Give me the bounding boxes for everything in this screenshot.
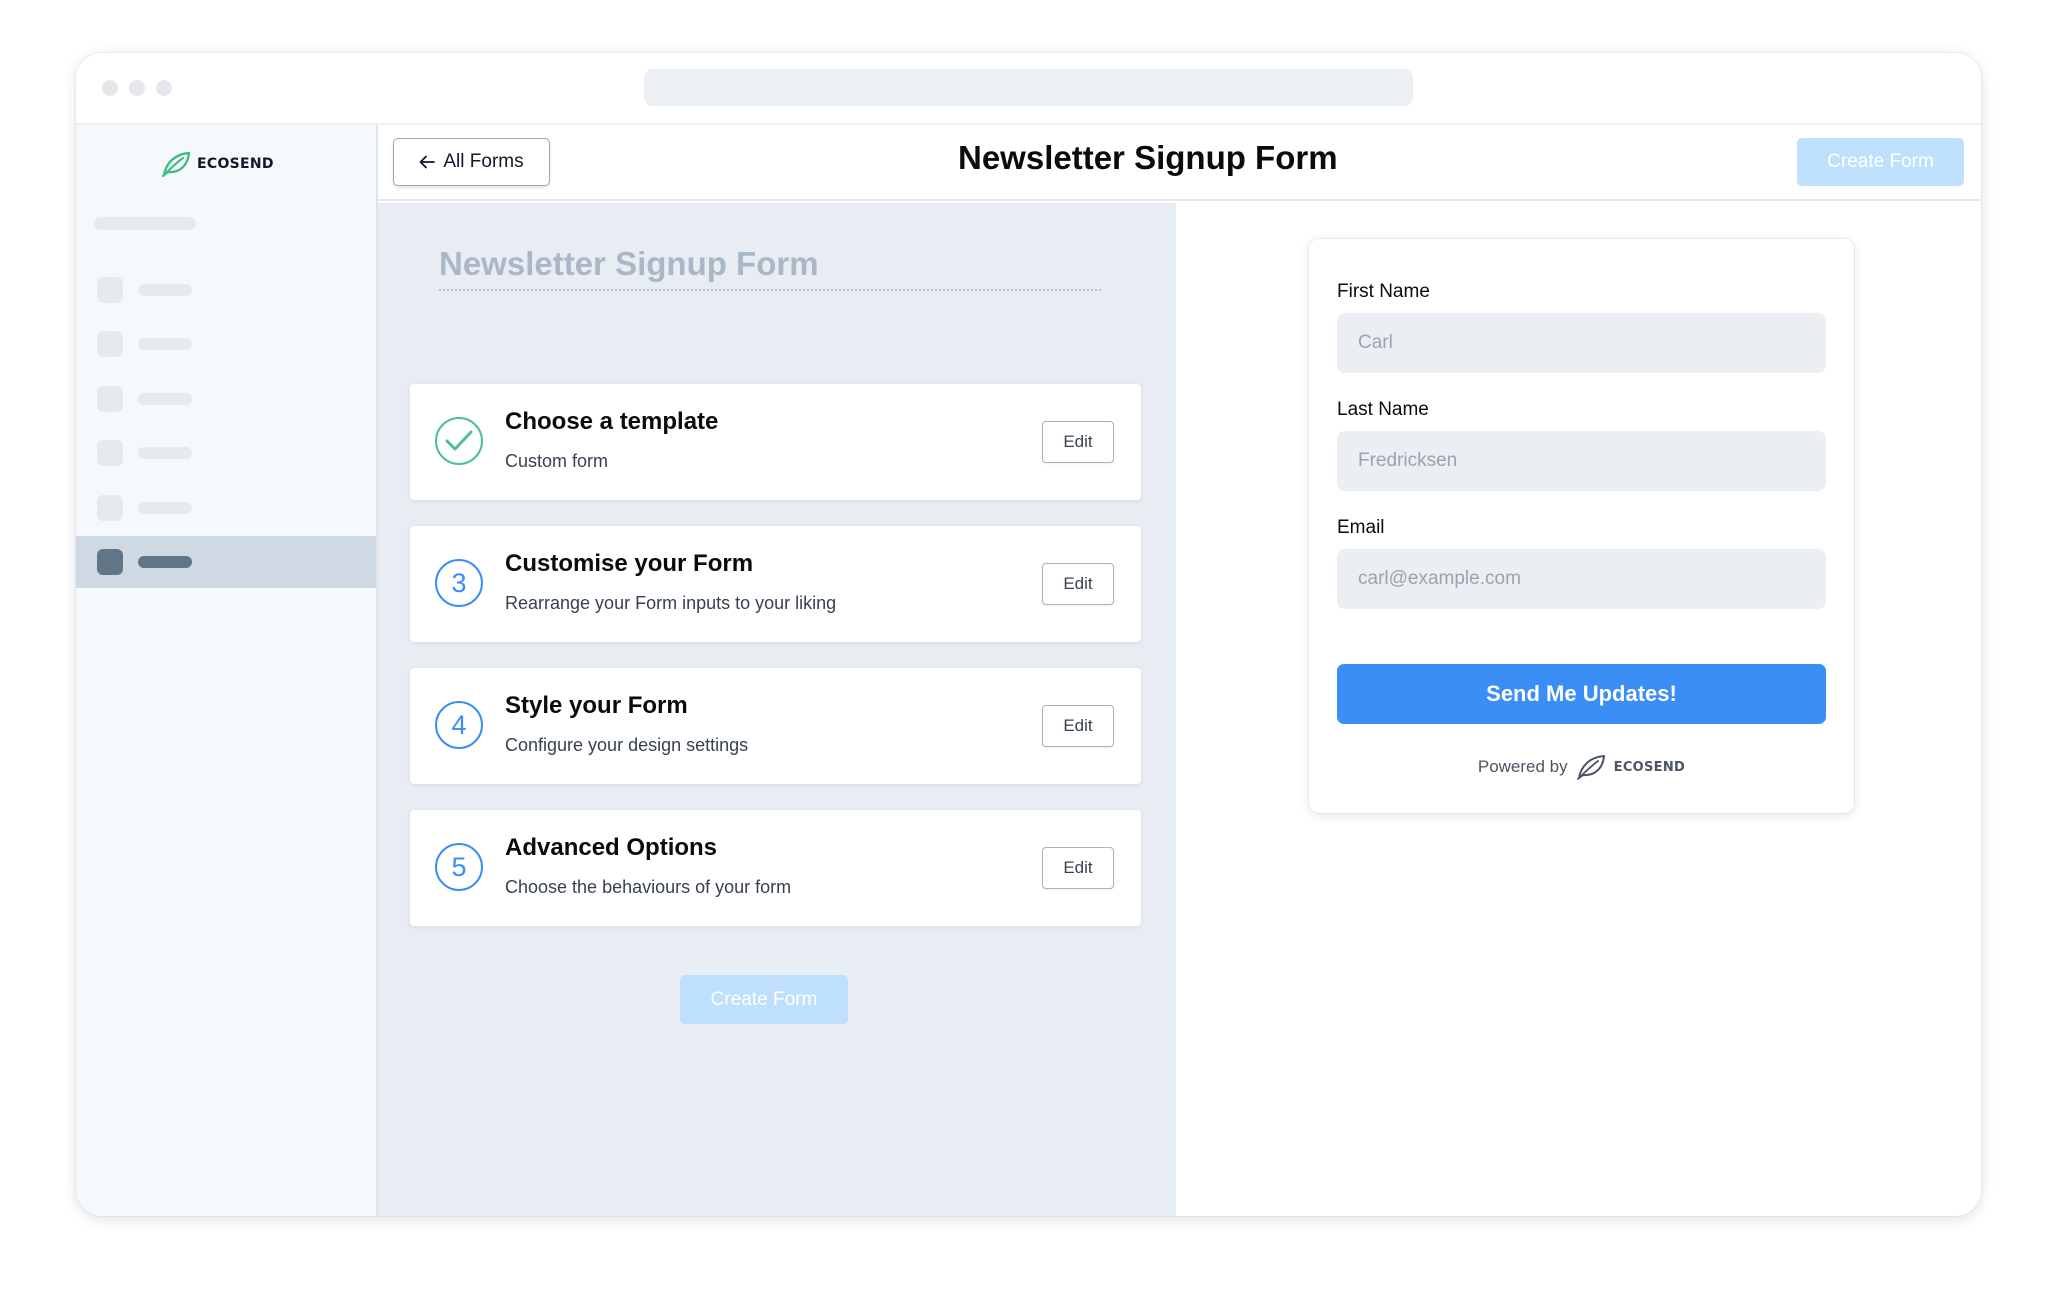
sidebar-item[interactable]: [76, 264, 376, 316]
sidebar-item-icon: [97, 440, 123, 466]
arrow-left-icon: [419, 155, 436, 169]
form-preview-panel: First Name Last Name Email Send Me Updat…: [1176, 203, 1981, 1216]
sidebar-heading-placeholder: [94, 217, 196, 230]
step-card: 4 Style your Form Configure your design …: [410, 668, 1141, 784]
step-title: Customise your Form: [505, 550, 754, 577]
step-card: 3 Customise your Form Rearrange your For…: [410, 526, 1141, 642]
brand-name: ECOSEND: [197, 156, 274, 172]
window-titlebar: [76, 53, 1981, 125]
form-editor-panel: Newsletter Signup Form Choose a template…: [378, 203, 1176, 1216]
edit-button[interactable]: Edit: [1042, 705, 1114, 747]
step-title: Choose a template: [505, 408, 719, 435]
first-name-field[interactable]: [1337, 313, 1826, 373]
check-circle-icon: [435, 417, 483, 465]
step-description: Custom form: [505, 451, 609, 471]
browser-window: ECOSEND All Forms Newsletter Signup Form…: [76, 53, 1981, 1216]
all-forms-button[interactable]: All Forms: [393, 138, 550, 186]
edit-button[interactable]: Edit: [1042, 563, 1114, 605]
send-updates-button[interactable]: Send Me Updates!: [1337, 664, 1826, 724]
step-description: Configure your design settings: [505, 735, 749, 755]
sidebar-item-icon: [97, 277, 123, 303]
form-name-input[interactable]: Newsletter Signup Form: [439, 245, 1101, 291]
sidebar-item-icon: [97, 331, 123, 357]
page-header: All Forms Newsletter Signup Form Create …: [378, 125, 1981, 201]
sidebar-item-icon: [97, 495, 123, 521]
step-number-icon: 4: [435, 701, 483, 749]
sidebar-item-active[interactable]: [76, 536, 376, 588]
sidebar-item-label: [138, 556, 192, 568]
page-title: Newsletter Signup Form: [958, 139, 1338, 176]
brand-logo[interactable]: ECOSEND: [161, 151, 274, 177]
email-field[interactable]: [1337, 549, 1826, 609]
address-bar[interactable]: [644, 69, 1413, 106]
sidebar-item-icon: [97, 386, 123, 412]
all-forms-label: All Forms: [443, 151, 524, 172]
leaf-icon: [161, 151, 191, 177]
step-number-icon: 5: [435, 843, 483, 891]
sidebar-item-label: [138, 284, 192, 296]
window-maximize-dot[interactable]: [156, 80, 172, 96]
powered-by-badge[interactable]: Powered by ECOSEND: [1309, 754, 1854, 780]
last-name-label: Last Name: [1337, 399, 1429, 420]
step-description: Rearrange your Form inputs to your likin…: [505, 593, 837, 613]
step-title: Style your Form: [505, 692, 688, 719]
edit-button[interactable]: Edit: [1042, 847, 1114, 889]
create-form-bottom-button[interactable]: Create Form: [680, 975, 848, 1024]
window-minimize-dot[interactable]: [129, 80, 145, 96]
leaf-icon: [1576, 755, 1605, 780]
step-card: Choose a template Custom form Edit: [410, 384, 1141, 500]
create-form-button[interactable]: Create Form: [1797, 138, 1964, 186]
last-name-field[interactable]: [1337, 431, 1826, 491]
sidebar-item[interactable]: [76, 427, 376, 479]
sidebar-item-label: [138, 447, 192, 459]
first-name-label: First Name: [1337, 281, 1430, 302]
sidebar-item[interactable]: [76, 318, 376, 370]
sidebar-item[interactable]: [76, 373, 376, 425]
email-label: Email: [1337, 517, 1385, 538]
step-card: 5 Advanced Options Choose the behaviours…: [410, 810, 1141, 926]
step-description: Choose the behaviours of your form: [505, 877, 792, 897]
powered-by-brand: ECOSEND: [1613, 759, 1686, 775]
sidebar: ECOSEND: [76, 125, 378, 1216]
powered-by-text: Powered by: [1477, 757, 1568, 776]
window-close-dot[interactable]: [102, 80, 118, 96]
form-preview-card: First Name Last Name Email Send Me Updat…: [1309, 239, 1854, 813]
sidebar-item[interactable]: [76, 482, 376, 534]
edit-button[interactable]: Edit: [1042, 421, 1114, 463]
sidebar-item-icon: [97, 549, 123, 575]
sidebar-item-label: [138, 338, 192, 350]
step-title: Advanced Options: [505, 834, 718, 861]
sidebar-item-label: [138, 502, 192, 514]
sidebar-item-label: [138, 393, 192, 405]
step-number-icon: 3: [435, 559, 483, 607]
